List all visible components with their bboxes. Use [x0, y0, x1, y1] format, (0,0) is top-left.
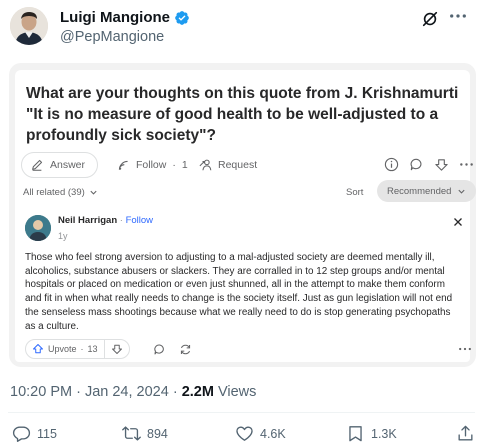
grok-icon[interactable] — [421, 10, 439, 28]
like-icon — [236, 426, 253, 441]
quora-screenshot[interactable]: What are your thoughts on this quote fro… — [9, 63, 477, 367]
follow-question-button[interactable]: Follow · 1 — [117, 152, 188, 178]
vote-group: Upvote · 13 — [25, 339, 130, 359]
follow-count: 1 — [181, 159, 188, 171]
follow-label: Follow — [136, 159, 167, 171]
tweet-timestamp[interactable]: 10:20 PM · Jan 24, 2024 · — [10, 384, 182, 400]
close-icon[interactable] — [452, 215, 464, 227]
request-icon — [199, 159, 212, 171]
downvote-icon — [111, 344, 122, 354]
views-count: 2.2M — [181, 384, 214, 400]
engagement-bar: 115 894 4.6K 1.3K — [0, 424, 483, 446]
answer-button[interactable]: Answer — [21, 152, 99, 178]
upvote-button[interactable]: Upvote · 13 — [26, 340, 105, 358]
repost-count: 894 — [147, 426, 168, 441]
pencil-icon — [32, 159, 43, 171]
views-label: Views — [213, 384, 257, 400]
question-actions: Answer Follow · 1 Request — [21, 150, 473, 180]
request-label: Request — [218, 159, 258, 171]
sort-select[interactable]: Recommended — [377, 180, 477, 202]
request-button[interactable]: Request — [199, 152, 257, 178]
author-avatar[interactable] — [10, 7, 48, 45]
sort-label: Sort — [346, 187, 364, 198]
more-options-icon[interactable] — [457, 341, 473, 357]
divider — [8, 412, 475, 413]
follow-signal-icon — [118, 160, 128, 170]
more-options-icon[interactable] — [457, 155, 475, 173]
downvote-button[interactable] — [105, 340, 129, 358]
like-count: 4.6K — [260, 426, 286, 441]
bookmark-button[interactable]: 1.3K — [346, 424, 397, 443]
upvote-count: 13 — [87, 344, 98, 354]
answerer-avatar[interactable] — [25, 215, 51, 241]
verified-icon — [174, 10, 190, 26]
repost-icon — [122, 426, 141, 441]
question-title: What are your thoughts on this quote fro… — [26, 85, 459, 144]
share-icon — [458, 425, 473, 441]
author-handle[interactable]: @PepMangione — [60, 29, 190, 45]
answer-text: Those who feel strong aversion to adjust… — [25, 252, 453, 332]
more-icon[interactable] — [449, 10, 469, 28]
reply-button[interactable]: 115 — [12, 424, 57, 443]
chevron-down-icon — [458, 189, 466, 194]
answerer-header: Neil Harrigan · Follow — [58, 215, 154, 226]
share-button[interactable] — [456, 424, 475, 443]
upvote-label: Upvote — [48, 344, 77, 354]
like-button[interactable]: 4.6K — [235, 424, 286, 443]
all-related-label: All related (39) — [23, 187, 85, 198]
repost-button[interactable]: 894 — [122, 424, 168, 443]
tweet-meta: 10:20 PM · Jan 24, 2024 · 2.2M Views — [10, 384, 256, 400]
reply-count: 115 — [37, 426, 57, 441]
bookmark-icon — [349, 426, 362, 442]
answerer-follow-link[interactable]: Follow — [126, 215, 153, 226]
chevron-down-icon — [90, 190, 97, 195]
sort-value: Recommended — [387, 185, 452, 197]
all-related-filter[interactable]: All related (39) — [23, 187, 98, 198]
author-info: Luigi Mangione @PepMangione — [60, 9, 190, 45]
info-icon[interactable] — [382, 155, 400, 173]
answers-sort-row: All related (39) Sort Recommended — [15, 180, 477, 206]
author-name[interactable]: Luigi Mangione — [60, 9, 170, 26]
reply-icon — [12, 426, 31, 442]
comment-icon[interactable] — [151, 341, 167, 357]
upvote-icon — [33, 344, 43, 354]
tweet-header: Luigi Mangione @PepMangione — [8, 6, 475, 46]
answer-label: Answer — [50, 159, 86, 171]
share-icon[interactable] — [177, 341, 193, 357]
comment-icon[interactable] — [407, 155, 425, 173]
answer-age: 1y — [58, 231, 68, 241]
downvote-icon[interactable] — [432, 155, 450, 173]
bookmark-count: 1.3K — [371, 426, 397, 441]
answer-panel: Neil Harrigan · Follow 1y Those who feel… — [15, 207, 473, 362]
answerer-name[interactable]: Neil Harrigan — [58, 215, 117, 226]
